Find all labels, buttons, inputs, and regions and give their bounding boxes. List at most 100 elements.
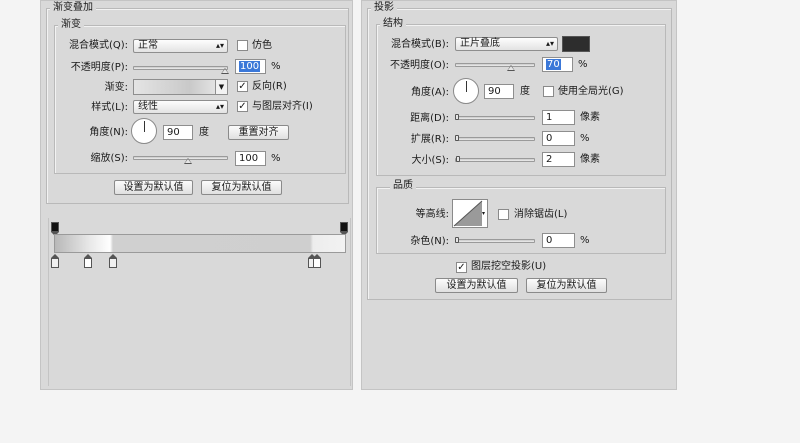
go-style-label: 样式(L): (91, 102, 128, 113)
dropdown-arrow-icon: ▴▾ (215, 102, 224, 111)
ds-blend-mode-label: 混合模式(B): (390, 39, 449, 50)
go-angle-unit: 度 (199, 127, 209, 138)
opacity-stop-right[interactable] (340, 222, 348, 236)
reset-alignment-button[interactable]: 重置对齐 (228, 125, 289, 140)
ds-size-slider[interactable] (455, 158, 535, 162)
knockout-checkbox[interactable]: ✓ (456, 262, 467, 273)
align-with-layer-checkbox[interactable]: ✓ (237, 101, 248, 112)
ds-blend-mode-select[interactable]: 正片叠底 ▴▾ (455, 37, 558, 51)
ds-spread-input[interactable]: 0 (542, 131, 575, 146)
go-angle-input[interactable]: 90 (163, 125, 193, 140)
gradient-stop-icon[interactable] (51, 254, 59, 268)
go-opacity-slider[interactable] (133, 66, 228, 70)
ds-angle-input[interactable]: 90 (484, 84, 514, 99)
go-scale-unit: % (271, 153, 281, 164)
ds-noise-input[interactable]: 0 (542, 233, 575, 248)
go-blend-mode-select[interactable]: 正常 ▴▾ (133, 39, 228, 53)
antialias-checkbox[interactable] (498, 209, 509, 220)
gradient-picker[interactable]: ▼ (133, 79, 228, 95)
go-style-select[interactable]: 线性 ▴▾ (133, 100, 228, 114)
go-opacity-unit: % (271, 61, 281, 72)
align-with-layer-label: 与图层对齐(I) (252, 101, 313, 112)
ds-distance-thumb[interactable] (455, 114, 459, 120)
gradient-picker-arrow[interactable]: ▼ (215, 80, 227, 94)
gradient-overlay-title: 渐变叠加 (50, 2, 96, 14)
ds-noise-slider[interactable] (455, 239, 535, 243)
go-scale-thumb[interactable] (184, 158, 192, 164)
drop-shadow-title: 投影 (371, 2, 397, 14)
gradient-stop-icon[interactable] (109, 254, 117, 268)
ds-spread-value: 0 (546, 133, 553, 144)
angle-dial-icon[interactable] (131, 118, 157, 144)
global-light-label: 使用全局光(G) (558, 86, 624, 97)
go-scale-label: 缩放(S): (90, 153, 128, 164)
ds-distance-slider[interactable] (455, 116, 535, 120)
dropdown-arrow-icon: ▴▾ (545, 39, 554, 48)
ds-opacity-label: 不透明度(O): (389, 60, 449, 71)
gradient-stop-icon[interactable] (313, 254, 321, 268)
ds-angle-value: 90 (488, 86, 501, 97)
gradient-label: 渐变: (104, 82, 128, 93)
dither-label: 仿色 (252, 40, 272, 51)
checkmark-icon: ✓ (238, 81, 247, 92)
go-scale-slider[interactable] (133, 156, 228, 160)
ds-distance-unit: 像素 (580, 112, 600, 123)
contour-dropdown-arrow[interactable]: ▾ (482, 200, 487, 227)
dither-checkbox[interactable] (237, 40, 248, 51)
contour-label: 等高线: (415, 209, 449, 220)
go-scale-input[interactable]: 100 (235, 151, 266, 166)
go-opacity-thumb[interactable] (221, 68, 229, 74)
ds-noise-unit: % (580, 235, 590, 246)
go-blend-mode-label: 混合模式(Q): (68, 40, 128, 51)
opacity-stop-left[interactable] (51, 222, 59, 236)
knockout-label: 图层挖空投影(U) (471, 261, 547, 272)
antialias-label: 消除锯齿(L) (514, 209, 568, 220)
dropdown-arrow-icon: ▴▾ (215, 41, 224, 50)
go-reset-default-button[interactable]: 复位为默认值 (201, 180, 282, 195)
global-light-checkbox[interactable] (543, 86, 554, 97)
ds-noise-thumb[interactable] (455, 237, 459, 243)
ds-noise-value: 0 (546, 235, 553, 246)
ds-spread-unit: % (580, 133, 590, 144)
go-angle-value: 90 (167, 127, 180, 138)
ds-angle-unit: 度 (520, 86, 530, 97)
ds-distance-input[interactable]: 1 (542, 110, 575, 125)
ds-size-input[interactable]: 2 (542, 152, 575, 167)
ds-spread-slider[interactable] (455, 137, 535, 141)
reverse-label: 反向(R) (252, 81, 287, 92)
ds-size-unit: 像素 (580, 154, 600, 165)
ds-distance-label: 距离(D): (410, 113, 449, 124)
ds-reset-default-button[interactable]: 复位为默认值 (526, 278, 607, 293)
ds-size-label: 大小(S): (411, 155, 449, 166)
contour-curve-icon (453, 200, 483, 227)
ds-noise-label: 杂色(N): (410, 236, 449, 247)
go-angle-label: 角度(N): (89, 127, 128, 138)
structure-title: 结构 (380, 18, 406, 30)
gradient-stop-icon[interactable] (84, 254, 92, 268)
ds-make-default-button[interactable]: 设置为默认值 (435, 278, 518, 293)
ds-opacity-unit: % (578, 59, 588, 70)
ds-distance-value: 1 (546, 112, 553, 123)
ds-opacity-input[interactable]: 70 (542, 57, 573, 72)
gradient-section-title: 渐变 (58, 19, 84, 31)
ds-opacity-thumb[interactable] (507, 65, 515, 71)
angle-dial-icon[interactable] (453, 78, 479, 104)
checkmark-icon: ✓ (457, 262, 466, 273)
go-opacity-value: 100 (239, 61, 261, 72)
ds-size-value: 2 (546, 154, 553, 165)
ds-blend-mode-value: 正片叠底 (460, 38, 500, 49)
quality-title: 品质 (390, 180, 416, 192)
ds-opacity-value: 70 (546, 59, 561, 70)
ds-opacity-slider[interactable] (455, 63, 535, 67)
reverse-checkbox[interactable]: ✓ (237, 81, 248, 92)
shadow-color-swatch[interactable] (562, 36, 590, 52)
ds-size-thumb[interactable] (456, 156, 460, 162)
checkmark-icon: ✓ (238, 101, 247, 112)
go-opacity-input[interactable]: 100 (235, 59, 266, 74)
ds-spread-thumb[interactable] (455, 135, 459, 141)
go-opacity-label: 不透明度(P): (70, 62, 128, 73)
ds-angle-label: 角度(A): (410, 87, 449, 98)
contour-picker[interactable]: ▾ (452, 199, 488, 228)
gradient-editor-bar[interactable] (54, 234, 346, 253)
go-make-default-button[interactable]: 设置为默认值 (114, 180, 193, 195)
